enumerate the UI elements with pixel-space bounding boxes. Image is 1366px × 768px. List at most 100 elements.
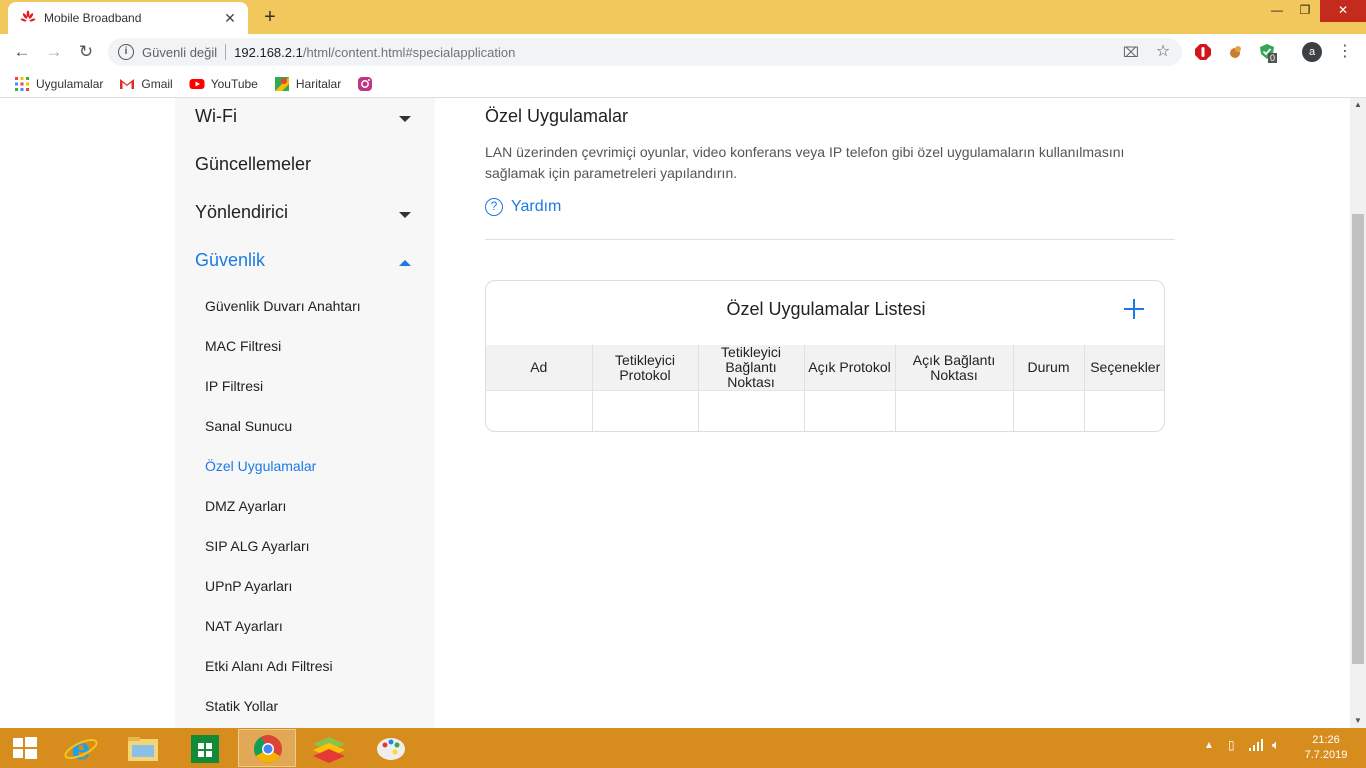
sidebar-item-wifi[interactable]: Wi-Fi <box>195 106 237 127</box>
back-arrow-icon[interactable]: ← <box>12 42 32 62</box>
bookmark-label: Uygulamalar <box>36 76 104 91</box>
column-header-status: Durum <box>1013 345 1085 391</box>
bookmark-instagram[interactable] <box>357 76 379 92</box>
scroll-up-arrow-icon[interactable]: ▲ <box>1350 98 1366 112</box>
chevron-up-icon[interactable] <box>399 260 411 266</box>
sidebar-item-updates[interactable]: Güncellemeler <box>195 154 311 175</box>
store-taskbar-icon[interactable] <box>176 729 234 767</box>
tray-expand-icon[interactable]: ▲ <box>1204 740 1214 751</box>
tab-close-icon[interactable]: ✕ <box>222 10 238 27</box>
signal-bars-icon[interactable] <box>1248 738 1264 755</box>
windows-logo-icon <box>13 737 37 759</box>
table-cell <box>486 390 593 431</box>
sidebar-subitem-sip-alg[interactable]: SIP ALG Ayarları <box>205 538 310 554</box>
help-link[interactable]: ? Yardım <box>485 198 561 216</box>
special-applications-list: Özel Uygulamalar Listesi Ad Tetikleyici … <box>485 280 1165 432</box>
column-header-open-protocol: Açık Protokol <box>804 345 896 391</box>
column-header-open-port: Açık Bağlantı Noktası <box>895 345 1014 391</box>
chevron-down-icon[interactable] <box>399 116 411 122</box>
section-divider <box>485 239 1175 240</box>
forward-arrow-icon[interactable]: → <box>44 42 64 62</box>
close-window-button[interactable]: ✕ <box>1320 0 1366 22</box>
page-description: LAN üzerinden çevrimiçi oyunlar, video k… <box>485 144 1125 181</box>
bookmark-label: Gmail <box>141 76 173 91</box>
scrollbar-thumb[interactable] <box>1352 214 1364 664</box>
sidebar-item-security[interactable]: Güvenlik <box>195 250 265 271</box>
maximize-button[interactable]: ❐ <box>1292 0 1318 22</box>
chrome-taskbar-icon[interactable] <box>238 729 296 767</box>
translate-icon[interactable]: ⌧ <box>1122 43 1140 61</box>
column-header-trigger-port: Tetikleyici Bağlantı Noktası <box>698 345 805 391</box>
sidebar-subitem-special-applications[interactable]: Özel Uygulamalar <box>205 458 316 474</box>
instagram-icon <box>358 76 373 91</box>
chevron-down-icon[interactable] <box>399 212 411 218</box>
column-header-name: Ad <box>486 345 593 391</box>
profile-avatar[interactable]: a <box>1302 42 1322 62</box>
reload-icon[interactable]: ↻ <box>76 42 96 62</box>
column-header-trigger-protocol: Tetikleyici Protokol <box>592 345 699 391</box>
table-cell <box>804 390 896 431</box>
taskbar-clock[interactable]: 21:26 7.7.2019 <box>1296 733 1356 763</box>
tab-strip: Mobile Broadband ✕ + — ❐ ✕ <box>0 0 1366 34</box>
router-page: Wi-Fi Güncellemeler Yönlendirici Güvenli… <box>0 98 1350 728</box>
column-header-options: Seçenekler <box>1084 345 1164 391</box>
volume-icon[interactable]: 🔈︎ <box>1272 737 1280 753</box>
battery-icon[interactable]: ▯ <box>1228 738 1235 752</box>
table-cell <box>592 390 699 431</box>
windows-taskbar: e ▲ ▯ 🔈︎ 21:26 7.7.2019 <box>0 728 1366 768</box>
browser-tab[interactable]: Mobile Broadband ✕ <box>8 2 248 34</box>
bookmark-apps[interactable]: Uygulamalar <box>14 76 103 92</box>
bookmark-gmail[interactable]: Gmail <box>119 76 173 92</box>
new-tab-button[interactable]: + <box>258 5 282 29</box>
list-title: Özel Uygulamalar Listesi <box>726 299 926 319</box>
bookmark-label: Haritalar <box>295 76 342 91</box>
empty-table-row <box>486 390 1164 431</box>
sidebar-subitem-virtual-server[interactable]: Sanal Sunucu <box>205 418 292 434</box>
svg-text:e: e <box>71 732 90 767</box>
sidebar-subitem-static-routes[interactable]: Statik Yollar <box>205 698 278 714</box>
help-label: Yardım <box>511 198 562 215</box>
sidebar-subitem-mac-filter[interactable]: MAC Filtresi <box>205 338 281 354</box>
sidebar-subitem-nat[interactable]: NAT Ayarları <box>205 618 283 634</box>
info-icon[interactable]: i <box>118 44 134 60</box>
add-plus-icon[interactable] <box>1122 297 1146 321</box>
sidebar-subitem-ip-filter[interactable]: IP Filtresi <box>205 378 263 394</box>
bluestacks-taskbar-icon[interactable] <box>300 729 358 767</box>
minimize-button[interactable]: — <box>1264 0 1290 22</box>
sidebar-subitem-dmz[interactable]: DMZ Ayarları <box>205 498 286 514</box>
page-scrollbar[interactable]: ▲ ▼ <box>1350 98 1366 728</box>
tab-title: Mobile Broadband <box>44 11 142 25</box>
special-applications-table: Ad Tetikleyici Protokol Tetikleyici Bağl… <box>486 345 1164 431</box>
adblock-icon[interactable] <box>1194 43 1212 61</box>
bookmark-label: YouTube <box>210 76 258 91</box>
security-status[interactable]: Güvenli değil <box>142 45 217 60</box>
address-separator <box>225 44 227 60</box>
sidebar-subitem-domain-filter[interactable]: Etki Alanı Adı Filtresi <box>205 658 333 674</box>
windows-start-button[interactable] <box>0 729 50 767</box>
bookmarks-bar: Uygulamalar Gmail YouTube Haritalar <box>0 70 1366 98</box>
scroll-down-arrow-icon[interactable]: ▼ <box>1350 714 1366 728</box>
sidebar-subitem-firewall-switch[interactable]: Güvenlik Duvarı Anahtarı <box>205 298 361 314</box>
shield-extension-icon[interactable]: 0 <box>1258 43 1278 63</box>
paint-taskbar-icon[interactable] <box>362 729 420 767</box>
help-question-icon: ? <box>485 198 503 216</box>
page-title: Özel Uygulamalar <box>485 106 629 126</box>
menu-kebab-icon[interactable]: ⋮ <box>1336 43 1354 61</box>
file-explorer-taskbar-icon[interactable] <box>114 729 172 767</box>
bookmark-youtube[interactable]: YouTube <box>189 76 258 92</box>
huawei-logo-icon <box>20 10 36 22</box>
bookmark-star-icon[interactable]: ☆ <box>1154 43 1172 61</box>
bookmark-maps[interactable]: Haritalar <box>274 76 341 92</box>
clock-date: 7.7.2019 <box>1304 749 1348 761</box>
sidebar-item-router[interactable]: Yönlendirici <box>195 202 288 223</box>
address-bar[interactable]: i Güvenli değil 192.168.2.1 /html/conten… <box>108 38 1182 66</box>
maps-icon <box>274 76 289 91</box>
sidebar-subitem-upnp[interactable]: UPnP Ayarları <box>205 578 292 594</box>
browser-toolbar: ← → ↻ i Güvenli değil 192.168.2.1 /html/… <box>0 34 1366 70</box>
shield-badge-count: 0 <box>1268 53 1278 63</box>
url-path: /html/content.html#specialapplication <box>302 44 516 60</box>
settings-sidebar: Wi-Fi Güncellemeler Yönlendirici Güvenli… <box>175 98 435 728</box>
gmail-icon <box>120 78 135 89</box>
cookie-extension-icon[interactable] <box>1226 43 1244 61</box>
internet-explorer-taskbar-icon[interactable]: e <box>52 729 110 767</box>
